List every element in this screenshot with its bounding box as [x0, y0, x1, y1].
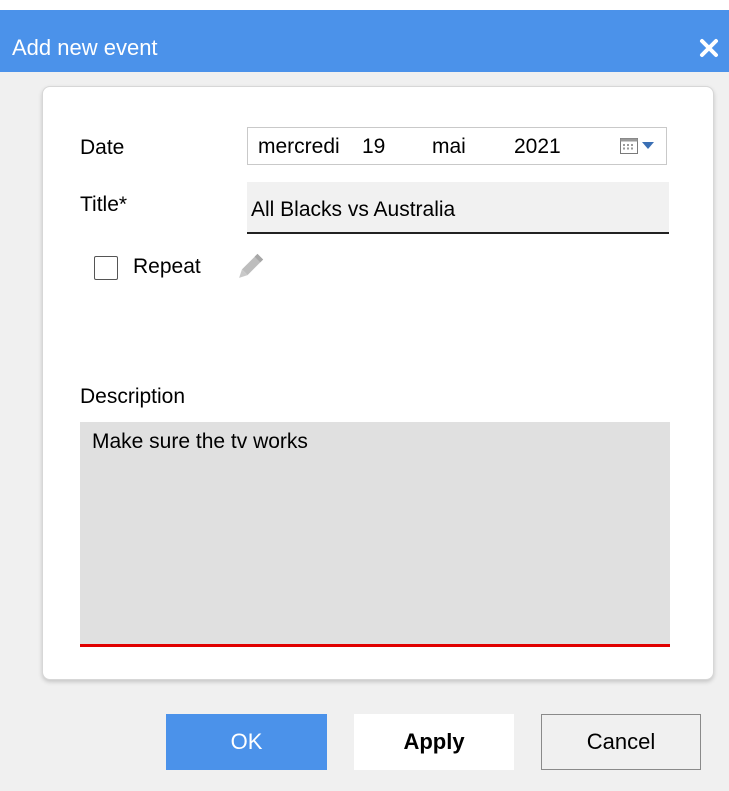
date-day[interactable]: 19: [362, 135, 385, 159]
description-textarea[interactable]: Make sure the tv works: [80, 422, 670, 647]
description-label: Description: [80, 385, 186, 408]
date-label: Date: [80, 136, 125, 159]
dialog-titlebar: Add new event: [0, 10, 729, 72]
date-picker-button[interactable]: [619, 136, 654, 156]
calendar-icon: [620, 138, 638, 154]
top-strip: [0, 0, 729, 10]
date-month[interactable]: mai: [432, 135, 466, 159]
dialog-title: Add new event: [12, 35, 158, 60]
form-panel: Date mercredi 19 mai 2021 Title* All Bla…: [42, 86, 714, 680]
repeat-label[interactable]: Repeat: [133, 255, 201, 279]
date-year[interactable]: 2021: [514, 135, 561, 159]
description-value[interactable]: Make sure the tv works: [92, 430, 308, 454]
ok-button[interactable]: OK: [166, 714, 327, 770]
date-picker[interactable]: mercredi 19 mai 2021: [247, 127, 667, 165]
title-input[interactable]: All Blacks vs Australia: [247, 182, 669, 234]
apply-button[interactable]: Apply: [354, 714, 514, 770]
close-icon: [700, 39, 718, 57]
close-button[interactable]: [695, 34, 723, 62]
title-label: Title*: [80, 193, 128, 216]
cancel-button[interactable]: Cancel: [541, 714, 701, 770]
date-weekday[interactable]: mercredi: [258, 135, 340, 159]
title-input-value[interactable]: All Blacks vs Australia: [251, 198, 455, 222]
pencil-icon: [239, 253, 264, 278]
add-event-dialog: Add new event Date mercredi 19 mai 2021: [0, 0, 729, 791]
edit-repeat-button[interactable]: [231, 250, 267, 291]
chevron-down-icon: [642, 142, 654, 149]
repeat-checkbox[interactable]: [94, 256, 118, 280]
